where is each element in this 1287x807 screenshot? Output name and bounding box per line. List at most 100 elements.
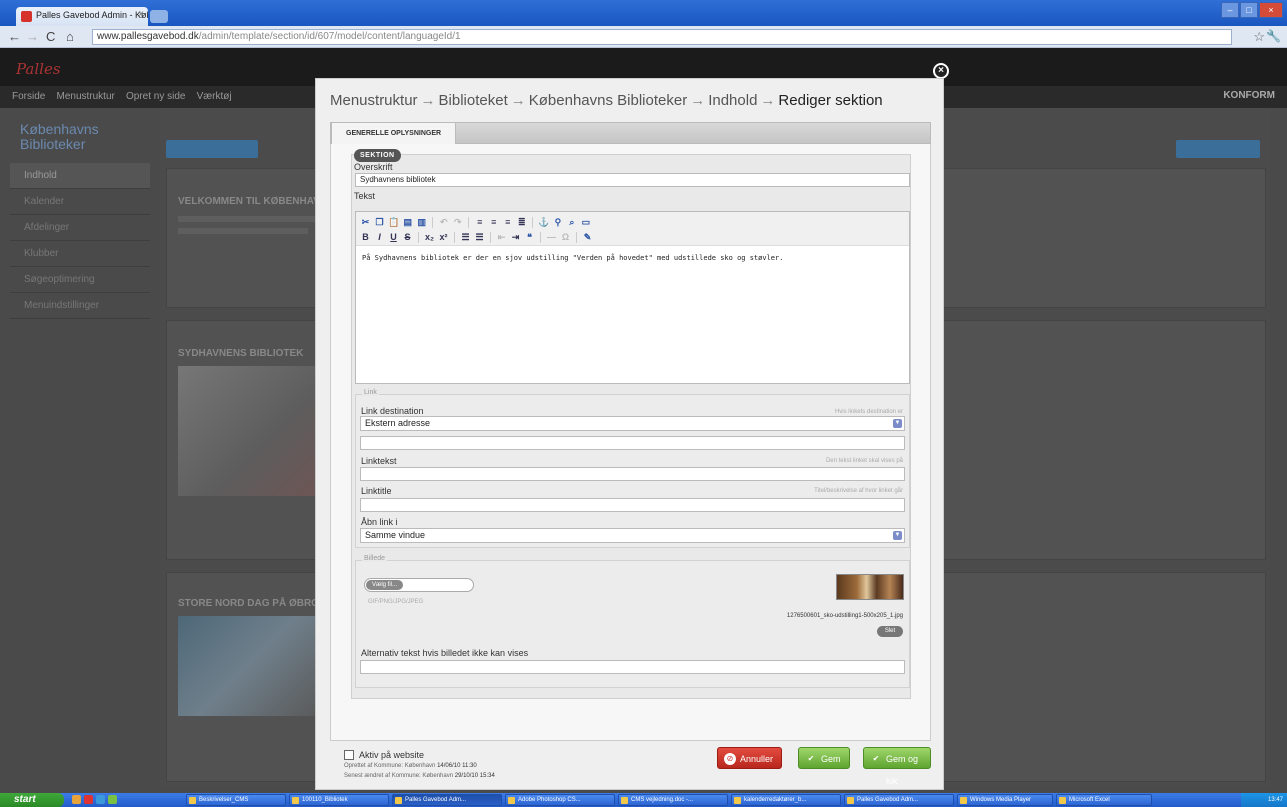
link-destination-hint: Hvis linkets destination er — [834, 409, 903, 415]
link-fieldset: Link Link destination Hvis linkets desti… — [355, 389, 910, 548]
breadcrumb-item[interactable]: Københavns Biblioteker — [529, 92, 687, 109]
save-button[interactable]: ✔ Gem — [798, 747, 850, 769]
underline-icon[interactable]: U — [388, 232, 399, 243]
align-left-icon[interactable]: ≡ — [474, 217, 485, 228]
nav-item[interactable]: Menustruktur — [56, 91, 114, 102]
file-upload[interactable]: Vælg fil... — [364, 578, 474, 592]
section-heading: STORE NORD DAG PÅ ØBRO — [178, 598, 319, 609]
sidebar-item-indhold[interactable]: Indhold — [10, 162, 150, 189]
toolbar-separator — [532, 216, 534, 228]
search-button[interactable] — [1176, 140, 1260, 158]
link-url-input[interactable] — [360, 436, 905, 450]
tab-title: Palles Gavebod Admin - Køben — [36, 10, 148, 20]
bold-icon[interactable]: B — [360, 232, 371, 243]
nav-item[interactable]: Forside — [12, 91, 45, 102]
home-icon[interactable]: ⌂ — [66, 29, 74, 44]
forward-icon[interactable]: → — [26, 29, 39, 44]
sidebar-item-menuindstillinger[interactable]: Menuindstillinger — [10, 293, 150, 319]
task-item[interactable]: Microsoft Excel — [1056, 794, 1152, 806]
open-link-select[interactable]: Samme vindue ▼ — [360, 528, 905, 543]
active-checkbox[interactable] — [344, 750, 354, 760]
indent-icon[interactable]: ⇥ — [510, 232, 521, 243]
subscript-icon[interactable]: x₂ — [424, 232, 435, 243]
address-bar[interactable]: www.pallesgavebod.dk/admin/template/sect… — [92, 29, 1232, 45]
cancel-label: Annuller — [740, 754, 774, 764]
close-window-icon[interactable]: × — [1259, 2, 1283, 18]
tab-general-info[interactable]: GENERELLE OPLYSNINGER — [331, 122, 457, 144]
link-icon[interactable]: ⚲ — [552, 217, 563, 228]
quick-launch-icon[interactable] — [108, 795, 117, 804]
bullet-list-icon[interactable]: ☰ — [474, 232, 485, 243]
edit-source-icon[interactable]: ✎ — [582, 232, 593, 243]
task-item[interactable]: Beskrivelser_CMS — [186, 794, 286, 806]
maximize-icon[interactable]: □ — [1240, 2, 1258, 18]
horizontal-rule-icon[interactable]: — — [546, 232, 557, 243]
anchor-icon[interactable]: ⚓ — [538, 217, 549, 228]
sidebar-item-soegeoptimering[interactable]: Søgeoptimering — [10, 267, 150, 293]
task-item[interactable]: Palles Gavebod Adm... — [844, 794, 954, 806]
task-item[interactable]: Windows Media Player — [957, 794, 1053, 806]
new-tab-button[interactable] — [150, 10, 168, 23]
blockquote-icon[interactable]: ❝ — [524, 232, 535, 243]
redo-icon[interactable]: ↷ — [452, 217, 463, 228]
overskrift-input[interactable]: Sydhavnens bibliotek — [355, 173, 910, 187]
undo-icon[interactable]: ↶ — [438, 217, 449, 228]
search-icon[interactable]: ⌕ — [566, 217, 577, 228]
italic-icon[interactable]: I — [374, 232, 385, 243]
align-center-icon[interactable]: ≡ — [488, 217, 499, 228]
task-item[interactable]: CMS vejledning.doc -... — [618, 794, 728, 806]
delete-image-button[interactable]: Slet — [877, 626, 903, 637]
task-item[interactable]: 100110_Bibliotek — [289, 794, 389, 806]
paste-text-icon[interactable]: ▤ — [402, 217, 413, 228]
copy-icon[interactable]: ❐ — [374, 217, 385, 228]
superscript-icon[interactable]: x² — [438, 232, 449, 243]
numbered-list-icon[interactable]: ☰ — [460, 232, 471, 243]
nav-item[interactable]: Værktøj — [197, 91, 232, 102]
quick-launch-icon[interactable] — [72, 795, 81, 804]
linktitle-input[interactable] — [360, 498, 905, 512]
choose-file-button[interactable]: Vælg fil... — [366, 580, 404, 590]
paste-word-icon[interactable]: ▥ — [416, 217, 427, 228]
start-button[interactable]: start — [0, 793, 64, 807]
html-icon[interactable]: ▭ — [580, 217, 591, 228]
quick-launch-icon[interactable] — [84, 795, 93, 804]
rich-text-editor[interactable]: ✂ ❐ 📋 ▤ ▥ ↶ ↷ ≡ ≡ ≡ ≣ ⚓ ⚲ ⌕ ▭ B I U S x₂… — [355, 211, 910, 384]
minimize-icon[interactable]: – — [1221, 2, 1239, 18]
sidebar-item-afdelinger[interactable]: Afdelinger — [10, 215, 150, 241]
form-area: SEKTION Overskrift Sydhavnens bibliotek … — [330, 144, 931, 741]
breadcrumb-item[interactable]: Biblioteket — [439, 92, 508, 109]
wrench-icon[interactable]: 🔧 — [1266, 29, 1281, 43]
back-icon[interactable]: ← — [8, 29, 21, 44]
align-justify-icon[interactable]: ≣ — [516, 217, 527, 228]
breadcrumb-item[interactable]: Menustruktur — [330, 92, 418, 109]
align-right-icon[interactable]: ≡ — [502, 217, 513, 228]
task-item[interactable]: Adobe Photoshop CS... — [505, 794, 615, 806]
quick-launch-icon[interactable] — [96, 795, 105, 804]
linktekst-input[interactable] — [360, 467, 905, 481]
close-tab-icon[interactable]: × — [138, 9, 144, 20]
strikethrough-icon[interactable]: S — [402, 232, 413, 243]
cut-icon[interactable]: ✂ — [360, 217, 371, 228]
cancel-button[interactable]: ⊘ Annuller — [717, 747, 783, 769]
check-icon: ✔ — [872, 754, 880, 763]
add-section-button[interactable] — [166, 140, 258, 158]
paste-icon[interactable]: 📋 — [388, 217, 399, 228]
bookmark-star-icon[interactable]: ☆ — [1253, 29, 1265, 45]
breadcrumb-item[interactable]: Indhold — [708, 92, 757, 109]
task-item[interactable]: kalenderredaktører_b... — [731, 794, 841, 806]
save-and-close-button[interactable]: ✔ Gem og luk — [863, 747, 931, 786]
alt-text-input[interactable] — [360, 660, 905, 674]
nav-item[interactable]: Opret ny side — [126, 91, 185, 102]
task-item[interactable]: Palles Gavebod Adm... — [392, 794, 502, 806]
sidebar-item-kalender[interactable]: Kalender — [10, 189, 150, 215]
editor-content[interactable]: På Sydhavnens bibliotek er der en sjov u… — [362, 254, 783, 262]
browser-tab[interactable]: Palles Gavebod Admin - Køben × — [16, 7, 148, 26]
link-destination-select[interactable]: Ekstern adresse ▼ — [360, 416, 905, 431]
sidebar-item-klubber[interactable]: Klubber — [10, 241, 150, 267]
section-heading: SYDHAVNENS BIBLIOTEK — [178, 348, 304, 359]
upload-formats: GIF/PNG/JPG/JPEG — [368, 599, 424, 605]
special-char-icon[interactable]: Ω — [560, 232, 571, 243]
reload-icon[interactable]: C — [46, 29, 55, 44]
outdent-icon[interactable]: ⇤ — [496, 232, 507, 243]
close-modal-icon[interactable]: × — [933, 63, 949, 79]
